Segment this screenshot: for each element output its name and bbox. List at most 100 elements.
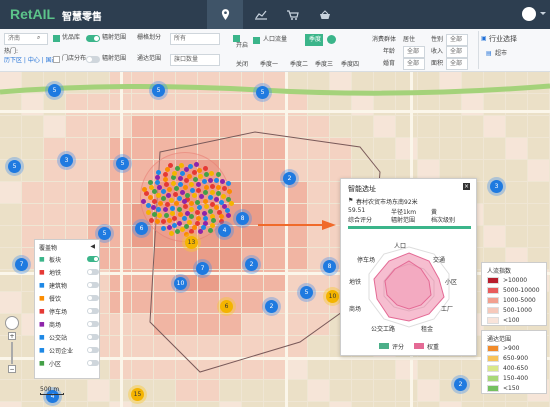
store-pin[interactable]: [147, 195, 153, 201]
overlay-toggle[interactable]: [87, 295, 99, 301]
overlay-row[interactable]: ■ 小区: [39, 358, 99, 368]
store-pin[interactable]: [203, 215, 209, 221]
store-pin[interactable]: [174, 200, 180, 206]
store-pin[interactable]: [226, 189, 232, 195]
overlay-toggle[interactable]: [87, 321, 99, 327]
store-pin[interactable]: [225, 180, 231, 186]
store-pin[interactable]: [182, 185, 188, 191]
overlay-toggle[interactable]: [87, 308, 99, 314]
overlay-row[interactable]: ■ 板块: [39, 254, 99, 264]
store-pin[interactable]: [155, 192, 161, 198]
cluster-marker[interactable]: 5: [300, 286, 313, 299]
cluster-marker[interactable]: 15: [131, 388, 144, 401]
nav-location-icon[interactable]: [207, 0, 243, 29]
store-pin[interactable]: [202, 198, 208, 204]
store-pin[interactable]: [160, 188, 166, 194]
overlay-toggle[interactable]: [87, 347, 99, 353]
overlay-row[interactable]: ■ 公交站: [39, 332, 99, 342]
store-pin[interactable]: [162, 176, 168, 182]
store-pin[interactable]: [207, 194, 213, 200]
radius2-toggle[interactable]: [86, 56, 100, 63]
map-canvas[interactable]: 555355765647248513101562210832 智能选址 × ⚑ …: [0, 72, 550, 407]
zoom-in-icon[interactable]: +: [8, 332, 16, 340]
store-pin[interactable]: [168, 197, 174, 203]
store-pin[interactable]: [151, 212, 157, 218]
cluster-marker[interactable]: 5: [48, 84, 61, 97]
cluster-marker[interactable]: 10: [326, 290, 339, 303]
cluster-marker[interactable]: 5: [152, 84, 165, 97]
age-select[interactable]: 全部: [403, 46, 425, 58]
store-pin[interactable]: [188, 229, 194, 235]
area-select[interactable]: 全部: [446, 58, 468, 70]
season-button[interactable]: 季度: [305, 34, 323, 46]
store-pin[interactable]: [178, 175, 184, 181]
store-pin[interactable]: [157, 184, 163, 190]
store-pin[interactable]: [147, 180, 153, 186]
store-pin[interactable]: [163, 181, 169, 187]
zoom-out-icon[interactable]: −: [8, 365, 16, 373]
cluster-marker[interactable]: 6: [135, 222, 148, 235]
overlay-row[interactable]: ■ 地铁: [39, 267, 99, 277]
store-pin[interactable]: [150, 205, 156, 211]
store-pin[interactable]: [170, 205, 176, 211]
store-pin[interactable]: [194, 210, 200, 216]
store-pin[interactable]: [148, 184, 154, 190]
cluster-marker[interactable]: 3: [490, 180, 503, 193]
store-pin[interactable]: [203, 184, 209, 190]
store-pin[interactable]: [191, 170, 197, 176]
store-pin[interactable]: [141, 186, 147, 192]
store-pin[interactable]: [172, 170, 178, 176]
store-pin[interactable]: [160, 225, 166, 231]
overlay-toggle[interactable]: [87, 360, 99, 366]
user-avatar-icon[interactable]: [522, 7, 546, 21]
collapse-icon[interactable]: ◀: [90, 243, 95, 250]
city-search-input[interactable]: 济南: [4, 33, 48, 45]
overlay-row[interactable]: ■ 商场: [39, 319, 99, 329]
store-pin[interactable]: [161, 195, 167, 201]
cluster-marker[interactable]: 7: [15, 258, 28, 271]
store-pin[interactable]: [202, 189, 208, 195]
overlay-row[interactable]: ■ 停车场: [39, 306, 99, 316]
cluster-marker[interactable]: 2: [283, 172, 296, 185]
store-pin[interactable]: [152, 198, 158, 204]
grid-select[interactable]: 所有: [170, 33, 220, 45]
cluster-marker[interactable]: 8: [236, 212, 249, 225]
store-pin[interactable]: [157, 200, 163, 206]
nav-basket-icon[interactable]: [307, 0, 343, 29]
cluster-marker[interactable]: 5: [116, 157, 129, 170]
store-dist-checkbox[interactable]: [53, 56, 60, 63]
cluster-marker[interactable]: 7: [196, 262, 209, 275]
store-pin[interactable]: [203, 172, 209, 178]
zoom-track[interactable]: [11, 342, 13, 364]
door-select[interactable]: 旗口数量: [170, 54, 220, 66]
cluster-marker[interactable]: 4: [218, 224, 231, 237]
store-pin[interactable]: [188, 206, 194, 212]
nav-chart-icon[interactable]: [243, 0, 279, 29]
store-pin[interactable]: [180, 189, 186, 195]
edu-select[interactable]: 全部: [403, 58, 425, 70]
store-pin[interactable]: [168, 230, 174, 236]
store-pin[interactable]: [176, 206, 182, 212]
store-pin[interactable]: [179, 227, 185, 233]
flow-checkbox[interactable]: [253, 37, 260, 44]
cluster-marker[interactable]: 13: [185, 236, 198, 249]
store-pin[interactable]: [177, 220, 183, 226]
store-pin[interactable]: [166, 224, 172, 230]
store-pin[interactable]: [193, 161, 199, 167]
store-pin[interactable]: [214, 177, 220, 183]
store-pin[interactable]: [145, 202, 151, 208]
store-pin[interactable]: [196, 167, 202, 173]
store-pin[interactable]: [208, 177, 214, 183]
store-pin[interactable]: [184, 223, 190, 229]
cluster-marker[interactable]: 2: [265, 300, 278, 313]
cluster-marker[interactable]: 3: [60, 154, 73, 167]
store-pin[interactable]: [215, 171, 221, 177]
store-pin[interactable]: [210, 189, 216, 195]
close-icon[interactable]: ×: [463, 183, 470, 190]
nav-cart-icon[interactable]: [275, 0, 311, 29]
cluster-marker[interactable]: 6: [220, 300, 233, 313]
hot-value[interactable]: 历下区 | 中心 | 国产: [4, 56, 58, 66]
store-pin[interactable]: [162, 207, 168, 213]
store-pin[interactable]: [219, 178, 225, 184]
cluster-marker[interactable]: 8: [323, 260, 336, 273]
